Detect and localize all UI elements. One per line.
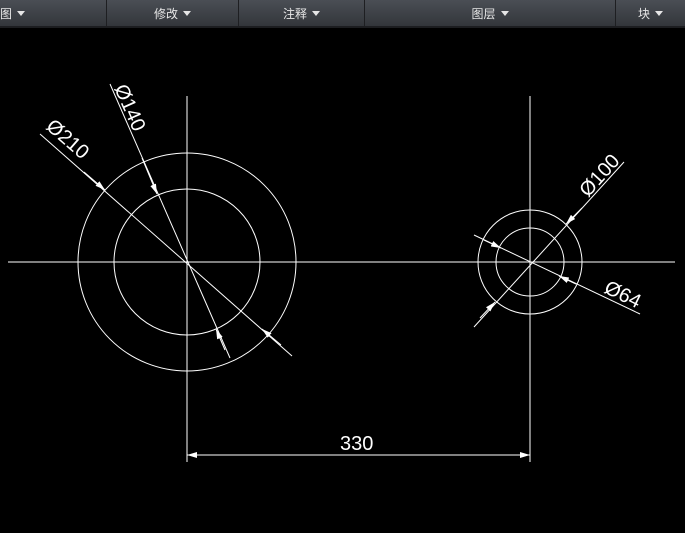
ribbon-panel-label: 修改 bbox=[153, 6, 178, 21]
ribbon-panel-label: 图层 bbox=[471, 6, 496, 21]
dim-text-d210[interactable]: Ø210 bbox=[42, 115, 93, 164]
dim-text-d64[interactable]: Ø64 bbox=[601, 277, 645, 313]
chevron-down-icon bbox=[17, 10, 26, 16]
dim-arrow-d100-outer bbox=[565, 207, 583, 225]
dim-leader-d210[interactable] bbox=[39, 133, 293, 357]
ribbon-panel-layers[interactable]: 图层 bbox=[365, 0, 616, 26]
dim-text-d100[interactable]: Ø100 bbox=[575, 150, 624, 201]
dim-arrow-d100-inner bbox=[479, 301, 496, 319]
ribbon-panel-label: 块 bbox=[637, 6, 650, 21]
ribbon-panel-block[interactable]: 块 bbox=[616, 0, 685, 26]
drawing-svg: Ø210 Ø140 Ø100 Ø64 330 bbox=[8, 81, 675, 462]
chevron-down-icon bbox=[312, 10, 320, 16]
dim-arrow-d64-right bbox=[558, 275, 577, 285]
ribbon-panel-draw[interactable]: 图 bbox=[0, 0, 107, 26]
ribbon-toolbar: 图 修改 注释 图层 块 bbox=[0, 0, 685, 28]
dim-arrow-d140-inner bbox=[215, 328, 226, 351]
dim-text-d140[interactable]: Ø140 bbox=[109, 81, 149, 135]
chevron-down-icon bbox=[183, 10, 191, 16]
dim-text-330[interactable]: 330 bbox=[340, 433, 373, 455]
ribbon-panel-label: 图 bbox=[0, 6, 13, 21]
chevron-down-icon bbox=[500, 10, 509, 16]
ribbon-panel-modify[interactable]: 修改 bbox=[107, 0, 239, 26]
ribbon-panel-annotate[interactable]: 注释 bbox=[239, 0, 365, 26]
ribbon-panel-label: 注释 bbox=[282, 6, 307, 21]
drawing-canvas[interactable]: Ø210 Ø140 Ø100 Ø64 330 bbox=[0, 28, 685, 533]
dim-arrow-d210-outer bbox=[83, 171, 106, 191]
dim-arrow-d64-left bbox=[483, 239, 502, 249]
dim-arrow-d140-outer bbox=[141, 157, 158, 195]
chevron-down-icon bbox=[655, 10, 663, 16]
